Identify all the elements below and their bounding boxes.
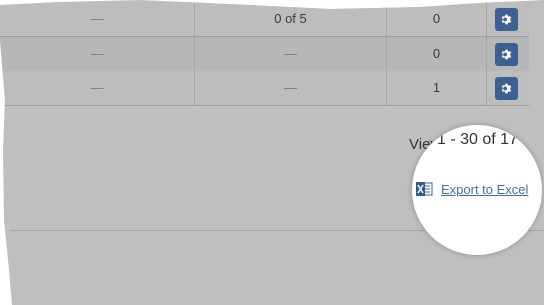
table-cell: 0	[387, 2, 487, 36]
pagination-range: 1 - 30 of 17	[437, 131, 518, 148]
gear-icon	[501, 14, 512, 25]
table-cell: 0	[387, 37, 487, 71]
table-cell: —	[0, 71, 195, 105]
excel-icon	[416, 181, 433, 197]
table-row: — — 0	[0, 37, 529, 72]
zoom-callout: 1 - 30 of 17 Export to Excel	[412, 125, 542, 255]
gear-icon	[501, 49, 512, 60]
table-cell: —	[0, 2, 195, 36]
results-table: — 0 of 5 0 — — 0 — — 1	[0, 0, 529, 106]
settings-button[interactable]	[495, 77, 518, 100]
table-cell: 1	[387, 71, 487, 105]
table-cell: —	[0, 37, 195, 71]
settings-button[interactable]	[495, 8, 518, 31]
table-cell: —	[195, 71, 387, 105]
export-to-excel-link[interactable]: Export to Excel	[416, 181, 528, 197]
actions-cell	[487, 71, 529, 105]
actions-cell	[487, 37, 529, 71]
settings-button[interactable]	[495, 43, 518, 66]
table-row: — 0 of 5 0	[0, 2, 529, 37]
table-cell: 0 of 5	[195, 2, 387, 36]
actions-cell	[487, 2, 529, 36]
table-row: — — 1	[0, 71, 529, 106]
export-label: Export to Excel	[441, 181, 529, 197]
table-cell: —	[195, 37, 387, 71]
gear-icon	[501, 83, 512, 94]
